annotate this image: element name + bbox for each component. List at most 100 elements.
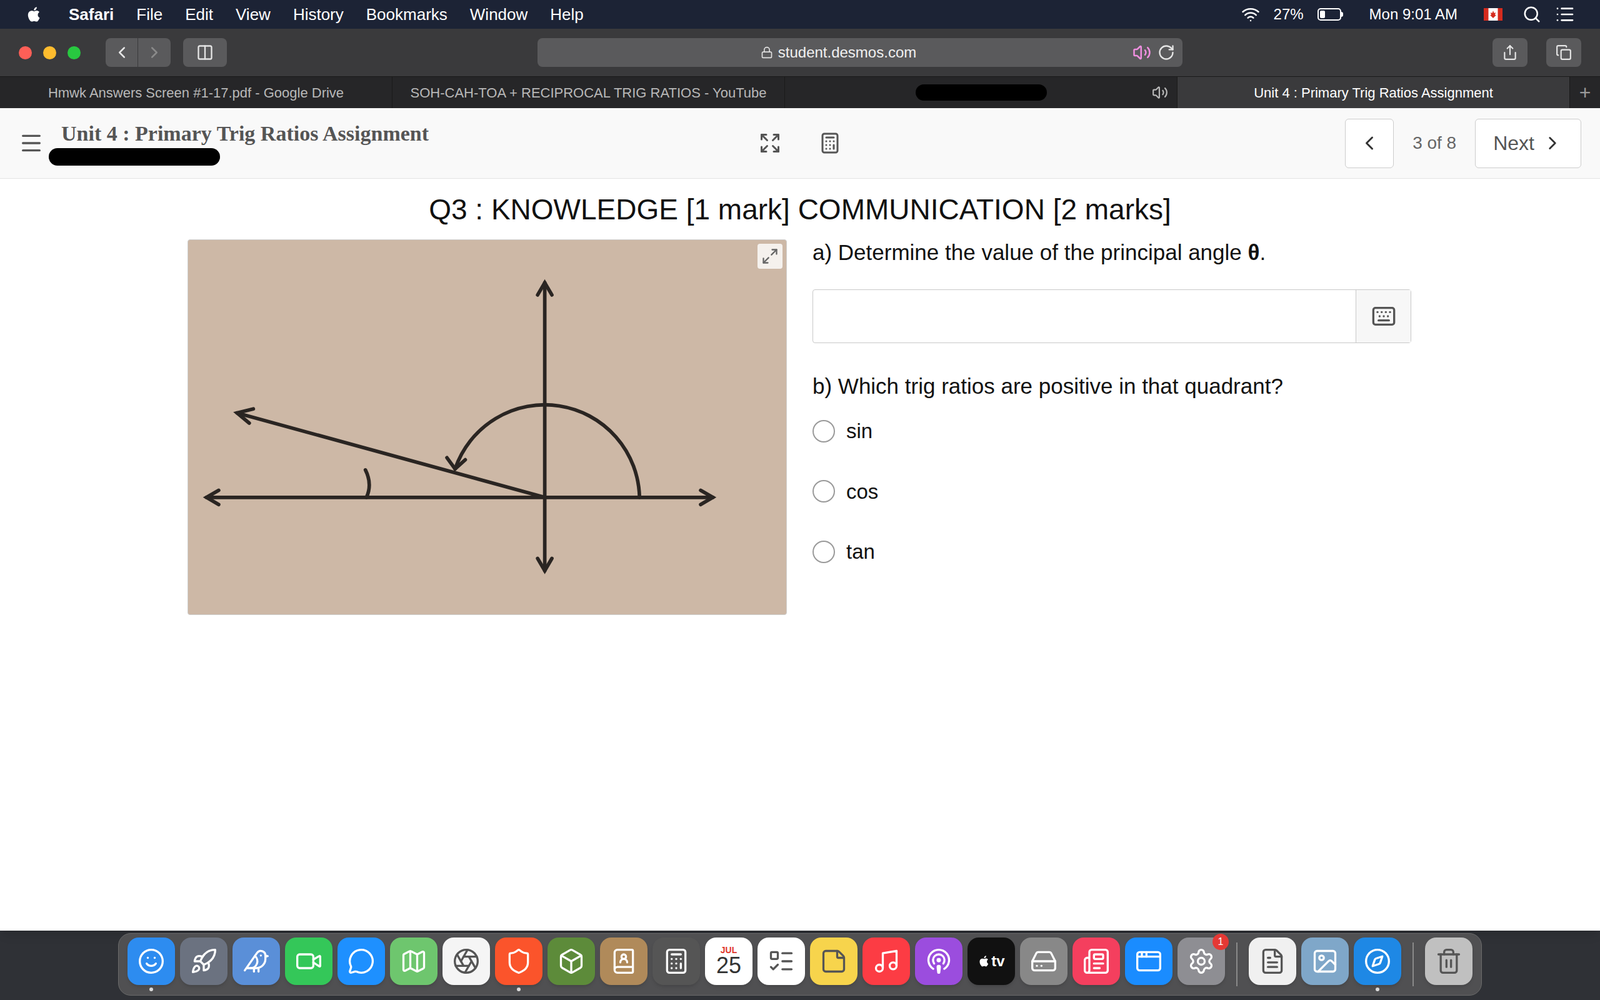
dock-item[interactable]: [495, 933, 543, 992]
menu-item[interactable]: Window: [470, 2, 528, 27]
tv-icon[interactable]: tv: [967, 937, 1015, 985]
browser-tab[interactable]: SOH-CAH-TOA + RECIPROCAL TRIG RATIOS - Y…: [392, 76, 785, 109]
menu-icon[interactable]: [18, 130, 44, 156]
news-icon[interactable]: [1072, 937, 1120, 985]
wifi-icon[interactable]: [1241, 5, 1260, 24]
launchpad-icon[interactable]: [180, 937, 228, 985]
browser-tab[interactable]: [785, 76, 1178, 109]
menu-item[interactable]: History: [293, 2, 344, 27]
trash-icon[interactable]: [1425, 937, 1473, 985]
podcasts-icon[interactable]: [915, 937, 963, 985]
menu-item[interactable]: Help: [550, 2, 584, 27]
menu-item[interactable]: Bookmarks: [366, 2, 448, 27]
share-icon[interactable]: [1501, 44, 1519, 61]
spotlight-icon[interactable]: [1522, 5, 1542, 24]
dock-item[interactable]: [915, 933, 963, 992]
reload-icon[interactable]: [1157, 43, 1175, 62]
option-label[interactable]: sin: [846, 415, 873, 447]
radio-option[interactable]: cos: [812, 476, 1413, 508]
preview-icon[interactable]: [1301, 937, 1349, 985]
radio-circle[interactable]: [812, 480, 835, 503]
control-center-icon[interactable]: [1555, 4, 1575, 25]
dock-item[interactable]: [1125, 933, 1173, 992]
textedit-icon[interactable]: [1248, 937, 1297, 985]
notes-icon[interactable]: [810, 937, 858, 985]
close-button[interactable]: [18, 46, 32, 60]
browser-tab[interactable]: Hmwk Answers Screen #1-17.pdf - Google D…: [0, 76, 393, 109]
calculator-icon[interactable]: [818, 131, 842, 155]
clock[interactable]: Mon 9:01 AM: [1369, 3, 1458, 26]
radio-option[interactable]: tan: [812, 536, 1413, 568]
dock-item[interactable]: [1425, 933, 1473, 992]
keyboard-button[interactable]: [1355, 290, 1411, 343]
keyboard-icon[interactable]: [1371, 303, 1397, 329]
appstore-icon[interactable]: [1125, 937, 1173, 985]
battery-percent[interactable]: 27%: [1273, 3, 1304, 26]
facetime-icon[interactable]: [285, 937, 333, 985]
answer-field[interactable]: [812, 289, 1412, 344]
forward-button[interactable]: [138, 38, 171, 67]
answer-input[interactable]: [813, 290, 1356, 343]
browser-tab[interactable]: Unit 4 : Primary Trig Ratios Assignment: [1177, 76, 1570, 109]
dock-item[interactable]: 1: [1177, 933, 1225, 992]
expand-image-button[interactable]: [757, 243, 783, 269]
fullscreen-icon[interactable]: [758, 131, 782, 155]
maps-icon[interactable]: [390, 937, 438, 985]
radio-circle[interactable]: [812, 420, 835, 443]
utility-icon[interactable]: [1020, 937, 1068, 985]
address-bar[interactable]: student.desmos.com: [537, 38, 1183, 67]
safari-icon[interactable]: [1353, 937, 1402, 985]
sidebar-icon[interactable]: [196, 43, 214, 62]
dock-item[interactable]: [757, 933, 805, 992]
battery-icon[interactable]: [1317, 8, 1344, 21]
expand-icon[interactable]: [761, 247, 779, 265]
menu-item[interactable]: File: [136, 2, 163, 27]
share-button[interactable]: [1492, 38, 1528, 67]
dock-item[interactable]: [180, 933, 228, 992]
dock-item[interactable]: [652, 933, 700, 992]
apple-icon[interactable]: [977, 954, 992, 969]
menu-item[interactable]: View: [235, 2, 271, 27]
dock-item[interactable]: [442, 933, 490, 992]
brave-icon[interactable]: [495, 937, 543, 985]
tab-title[interactable]: SOH-CAH-TOA + RECIPROCAL TRIG RATIOS - Y…: [410, 82, 767, 104]
dock-item[interactable]: [1248, 933, 1297, 992]
radio-option[interactable]: sin: [812, 415, 1413, 447]
minecraft-icon[interactable]: [547, 937, 595, 985]
apple-icon[interactable]: [25, 5, 44, 24]
tab-title[interactable]: Hmwk Answers Screen #1-17.pdf - Google D…: [48, 82, 344, 104]
dock-item[interactable]: [600, 933, 648, 992]
dock-item[interactable]: [127, 933, 175, 992]
back-button[interactable]: [105, 38, 139, 67]
zoom-button[interactable]: [67, 46, 81, 60]
tab-title[interactable]: Unit 4 : Primary Trig Ratios Assignment: [1253, 82, 1494, 104]
tabs-icon[interactable]: [1555, 44, 1572, 61]
new-tab-button[interactable]: +: [1570, 76, 1600, 109]
option-label[interactable]: tan: [846, 536, 875, 568]
contacts-icon[interactable]: [600, 937, 648, 985]
dock-item[interactable]: [1020, 933, 1068, 992]
tab-audio-icon[interactable]: [1151, 84, 1169, 101]
dock-item[interactable]: [1353, 933, 1402, 992]
tab-overview-button[interactable]: [1546, 38, 1582, 67]
option-label[interactable]: cos: [846, 476, 879, 508]
dock-item[interactable]: [232, 933, 280, 992]
next-button[interactable]: Next: [1475, 118, 1582, 169]
dock-item[interactable]: [547, 933, 595, 992]
finder-icon[interactable]: [127, 937, 175, 985]
dock-item[interactable]: [390, 933, 438, 992]
sidebar-button[interactable]: [183, 38, 227, 67]
calculator-icon[interactable]: [652, 937, 700, 985]
minimize-button[interactable]: [43, 46, 57, 60]
photos-icon[interactable]: [442, 937, 490, 985]
audio-icon[interactable]: [1132, 43, 1152, 62]
menu-item[interactable]: Edit: [185, 2, 214, 27]
music-icon[interactable]: [862, 937, 910, 985]
calendar-icon[interactable]: JUL25: [705, 937, 753, 985]
settings-icon[interactable]: 1: [1177, 937, 1225, 985]
previous-button[interactable]: [1345, 118, 1394, 169]
canada-flag-icon[interactable]: [1483, 8, 1503, 21]
dock-item[interactable]: [285, 933, 333, 992]
dock-item[interactable]: [1072, 933, 1120, 992]
dock-item[interactable]: [810, 933, 858, 992]
